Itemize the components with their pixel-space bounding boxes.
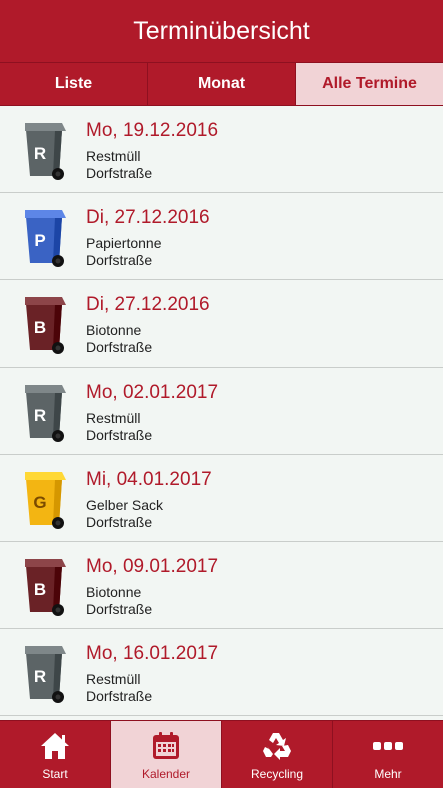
item-street: Dorfstraße (86, 426, 153, 443)
item-type: Biotonne (86, 583, 142, 600)
restmuell-bin-icon: R (25, 384, 66, 442)
bottom-nav: Start Kalender Recycling Mehr (0, 720, 443, 788)
item-street: Dorfstraße (86, 165, 153, 181)
item-type: Gelber Sack (86, 496, 164, 513)
page-title: Terminübersicht (133, 16, 310, 45)
item-date: Mo, 02.01.2017 (86, 381, 219, 403)
nav-mehr-label: Mehr (374, 767, 402, 781)
nav-kalender-label: Kalender (141, 767, 191, 781)
item-type: Restmüll (86, 671, 141, 688)
item-date: Mi, 04.01.2017 (86, 468, 212, 490)
list-item[interactable]: G Mi, 04.01.2017 Gelber Sack Dorfstraße (0, 455, 443, 542)
item-date: Di, 27.12.2016 (86, 294, 210, 316)
list-item[interactable]: R Mo, 16.01.2017 Restmüll Dorfstraße (0, 629, 443, 717)
biotonne-bin-icon: B (25, 297, 66, 355)
bin-letter: R (34, 144, 46, 163)
home-icon (38, 730, 72, 762)
calendar-icon (149, 730, 183, 762)
papiertonne-bin-icon: P (25, 210, 66, 268)
bin-letter: R (34, 667, 46, 686)
recycling-icon (260, 730, 294, 762)
bin-letter: B (34, 580, 46, 599)
more-icon (371, 730, 405, 762)
biotonne-bin-icon: B (25, 558, 66, 616)
view-tabs: Liste Monat Alle Termine (0, 62, 443, 106)
restmuell-bin-icon: R (25, 123, 66, 180)
nav-kalender[interactable]: Kalender (111, 721, 222, 788)
item-type: Papiertonne (86, 235, 162, 252)
item-type: Biotonne (86, 322, 142, 339)
item-type: Restmüll (86, 409, 141, 426)
list-item[interactable]: B Di, 27.12.2016 Biotonne Dorfstraße (0, 280, 443, 368)
list-item[interactable]: B Mo, 09.01.2017 Biotonne Dorfstraße (0, 542, 443, 630)
tab-monat[interactable]: Monat (148, 63, 296, 105)
nav-start-label: Start (42, 767, 68, 781)
bin-letter: G (33, 493, 46, 512)
item-date: Mo, 16.01.2017 (86, 643, 219, 665)
list-item[interactable]: R Mo, 02.01.2017 Restmüll Dorfstraße (0, 368, 443, 455)
item-street: Dorfstraße (86, 688, 153, 705)
bin-letter: R (34, 406, 46, 425)
item-street: Dorfstraße (86, 600, 153, 617)
item-street: Dorfstraße (86, 339, 153, 356)
list-item[interactable]: R Mo, 19.12.2016 Restmüll Dorfstraße (0, 106, 443, 194)
appointment-list: R Mo, 19.12.2016 Restmüll Dorfstraße P D… (0, 106, 443, 720)
app-header: Terminübersicht (0, 0, 443, 62)
bin-letter: P (34, 231, 45, 250)
tab-alle-termine[interactable]: Alle Termine (296, 63, 443, 105)
gelber-sack-bin-icon: G (25, 471, 66, 529)
restmuell-bin-icon: R (25, 646, 66, 704)
nav-start[interactable]: Start (0, 721, 111, 788)
item-type: Restmüll (86, 148, 141, 164)
item-street: Dorfstraße (86, 252, 153, 269)
tab-liste[interactable]: Liste (0, 63, 148, 105)
item-date: Mo, 09.01.2017 (86, 555, 219, 577)
item-date: Di, 27.12.2016 (86, 207, 210, 229)
list-item[interactable]: P Di, 27.12.2016 Papiertonne Dorfstraße (0, 193, 443, 281)
nav-mehr[interactable]: Mehr (333, 721, 443, 788)
item-date: Mo, 19.12.2016 (86, 120, 219, 141)
item-street: Dorfstraße (86, 513, 153, 530)
nav-recycling-label: Recycling (250, 767, 304, 781)
bin-letter: B (34, 318, 46, 337)
nav-recycling[interactable]: Recycling (222, 721, 333, 788)
